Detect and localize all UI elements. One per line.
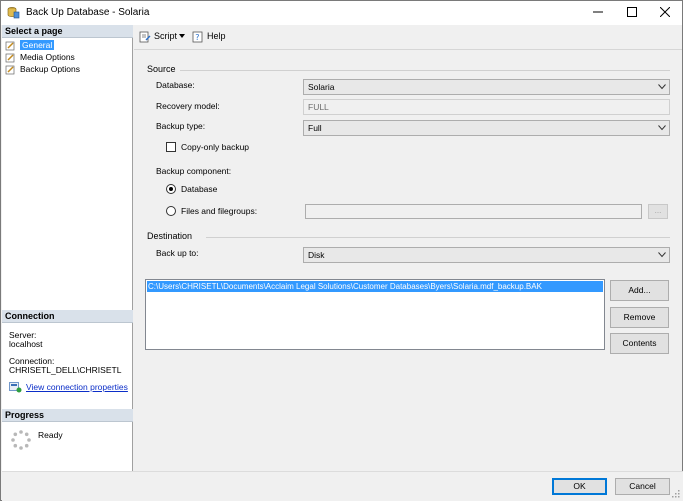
sidebar-item-label: Backup Options	[20, 64, 81, 74]
component-files-label: Files and filegroups:	[181, 206, 258, 216]
chevron-down-icon	[179, 34, 185, 39]
close-icon	[659, 6, 671, 18]
component-database-label: Database	[181, 184, 218, 194]
recovery-model-field: FULL	[303, 99, 670, 115]
source-divider	[180, 70, 670, 71]
backup-type-select[interactable]: Full	[303, 120, 670, 136]
backup-dialog-window: Back Up Database - Solaria Select a page…	[0, 0, 683, 501]
minimize-icon	[593, 11, 603, 13]
progress-header: Progress	[2, 409, 133, 422]
resize-grip-icon[interactable]	[670, 488, 680, 498]
select-page-header: Select a page	[2, 25, 133, 38]
remove-destination-button[interactable]: Remove	[610, 307, 669, 328]
progress-status: Ready	[38, 430, 63, 440]
help-icon: ?	[192, 31, 203, 43]
script-button[interactable]: Script	[139, 29, 177, 44]
title-bar[interactable]: Back Up Database - Solaria	[1, 1, 682, 25]
chevron-down-icon	[658, 252, 666, 258]
destination-section-label: Destination	[147, 231, 193, 241]
sidebar-item-label: Media Options	[20, 52, 75, 62]
view-connection-properties-label: View connection properties	[26, 382, 128, 392]
toolbar: Script ? Help	[134, 25, 682, 47]
sidebar-item-label: General	[20, 40, 55, 50]
database-select[interactable]: Solaria	[303, 79, 670, 95]
sidebar-item-general[interactable]: General	[5, 39, 55, 51]
sidebar-item-backup-options[interactable]: Backup Options	[5, 63, 80, 75]
help-label: Help	[207, 31, 226, 41]
back-up-to-select[interactable]: Disk	[303, 247, 670, 263]
sidebar: Select a page General Media Options Back…	[2, 25, 133, 471]
script-icon	[139, 31, 151, 43]
list-item[interactable]: C:\Users\CHRISETL\Documents\Acclaim Lega…	[147, 281, 603, 292]
connection-value: CHRISETL_DELL\CHRISETL	[9, 365, 122, 375]
sidebar-item-media-options[interactable]: Media Options	[5, 51, 75, 63]
general-page-panel: Script ? Help Source Database: Solaria Re…	[134, 25, 682, 471]
back-up-to-value: Disk	[308, 250, 325, 260]
view-connection-properties-link[interactable]: View connection properties	[9, 382, 128, 393]
database-icon	[7, 7, 20, 19]
chevron-down-icon	[658, 125, 666, 131]
connection-properties-icon	[9, 382, 22, 393]
back-up-to-label: Back up to:	[156, 248, 199, 258]
backup-type-value: Full	[308, 123, 322, 133]
progress-spinner-icon	[11, 430, 31, 450]
script-label: Script	[154, 31, 178, 41]
maximize-icon	[627, 7, 637, 17]
help-button[interactable]: ? Help	[192, 29, 226, 44]
add-destination-button[interactable]: Add...	[610, 280, 669, 301]
copy-only-label: Copy-only backup	[181, 142, 250, 152]
filegroups-field[interactable]	[305, 204, 642, 219]
contents-button[interactable]: Contents	[610, 333, 669, 354]
source-section-label: Source	[147, 64, 176, 74]
chevron-down-icon	[658, 84, 666, 90]
cancel-button[interactable]: Cancel	[615, 478, 670, 495]
ok-button[interactable]: OK	[552, 478, 607, 495]
backup-destination-list[interactable]: C:\Users\CHRISETL\Documents\Acclaim Lega…	[145, 279, 605, 350]
component-files-radio[interactable]	[166, 206, 176, 216]
minimize-button[interactable]	[581, 1, 615, 25]
recovery-model-label: Recovery model:	[156, 101, 220, 111]
connection-header: Connection	[2, 310, 133, 323]
svg-text:?: ?	[195, 33, 199, 42]
toolbar-divider	[134, 49, 682, 50]
server-value: localhost	[9, 339, 43, 349]
browse-filegroups-button[interactable]: ...	[648, 204, 668, 219]
wrench-page-icon	[5, 41, 15, 51]
copy-only-checkbox[interactable]	[166, 142, 176, 152]
database-label: Database:	[156, 80, 195, 90]
window-title: Back Up Database - Solaria	[26, 7, 150, 18]
backup-component-label: Backup component:	[156, 166, 232, 176]
close-button[interactable]	[648, 1, 682, 25]
wrench-page-icon	[5, 65, 15, 75]
destination-divider	[206, 237, 670, 238]
component-database-radio[interactable]	[166, 184, 176, 194]
database-value: Solaria	[308, 82, 335, 92]
wrench-page-icon	[5, 53, 15, 63]
backup-type-label: Backup type:	[156, 121, 206, 131]
script-dropdown-button[interactable]	[179, 29, 188, 44]
recovery-model-value: FULL	[308, 102, 329, 112]
maximize-button[interactable]	[615, 1, 649, 25]
